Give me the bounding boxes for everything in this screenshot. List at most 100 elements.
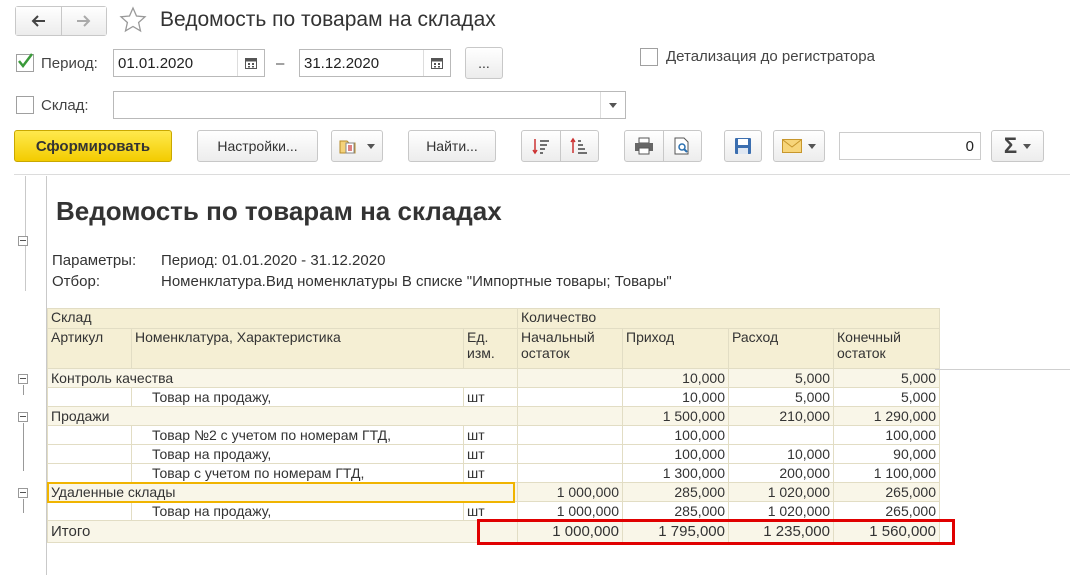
expense-cell[interactable]: 200,000 bbox=[728, 463, 834, 483]
article-cell[interactable] bbox=[47, 501, 132, 521]
unit-cell[interactable]: шт bbox=[463, 463, 518, 483]
period-to-field[interactable]: 31.12.2020 bbox=[299, 49, 451, 77]
totals-red-frame bbox=[477, 519, 955, 545]
find-button[interactable]: Найти... bbox=[408, 130, 496, 162]
income-cell[interactable]: 285,000 bbox=[622, 501, 729, 521]
group-name-cell[interactable]: Продажи bbox=[47, 406, 518, 426]
table-row[interactable]: Товар на продажу, шт 1 000,000 285,000 1 020… bbox=[47, 501, 940, 521]
settings-button[interactable]: Настройки... bbox=[197, 130, 318, 162]
unit-cell[interactable]: шт bbox=[463, 501, 518, 521]
nomenclature-cell[interactable]: Товар на продажу, bbox=[131, 501, 464, 521]
sigma-icon: Σ bbox=[1003, 133, 1018, 158]
favorite-star-icon[interactable] bbox=[118, 5, 148, 38]
selected-cell-highlight bbox=[47, 482, 515, 503]
unit-cell[interactable]: шт bbox=[463, 444, 518, 464]
expense-cell[interactable]: 1 020,000 bbox=[728, 482, 834, 502]
table-row[interactable]: Товар на продажу, шт 10,000 5,000 5,000 bbox=[47, 387, 940, 407]
window-title: Ведомость по товарам на складах bbox=[160, 8, 496, 31]
sum-mode-button[interactable]: Σ bbox=[991, 130, 1044, 162]
start-balance-cell[interactable] bbox=[517, 406, 623, 426]
period-from-field[interactable]: 01.01.2020 bbox=[113, 49, 265, 77]
nomenclature-cell[interactable]: Товар с учетом по номерам ГТД, bbox=[131, 463, 464, 483]
sort-descending-button[interactable] bbox=[521, 130, 561, 162]
end-balance-cell[interactable]: 1 290,000 bbox=[833, 406, 940, 426]
income-cell[interactable]: 285,000 bbox=[622, 482, 729, 502]
detail-label: Детализация до регистратора bbox=[666, 48, 875, 65]
group-row[interactable]: Контроль качества 10,000 5,000 5,000 bbox=[47, 368, 940, 388]
nomenclature-cell[interactable]: Товар на продажу, bbox=[131, 444, 464, 464]
income-cell[interactable]: 1 500,000 bbox=[622, 406, 729, 426]
period-checkbox[interactable] bbox=[16, 53, 34, 72]
collapse-header-toggle[interactable] bbox=[18, 236, 28, 246]
expense-cell[interactable]: 5,000 bbox=[728, 368, 834, 388]
group-name-cell[interactable]: Контроль качества bbox=[47, 368, 518, 388]
header-unit: Ед. изм. bbox=[463, 328, 518, 369]
unit-cell[interactable]: шт bbox=[463, 425, 518, 445]
start-balance-cell[interactable] bbox=[517, 387, 623, 407]
calendar-icon[interactable] bbox=[237, 50, 264, 76]
expense-cell[interactable]: 5,000 bbox=[728, 387, 834, 407]
expense-cell[interactable]: 1 020,000 bbox=[728, 501, 834, 521]
end-balance-cell[interactable]: 90,000 bbox=[833, 444, 940, 464]
warehouse-checkbox[interactable] bbox=[16, 96, 34, 114]
expense-cell[interactable] bbox=[728, 425, 834, 445]
nomenclature-cell[interactable]: Товар на продажу, bbox=[131, 387, 464, 407]
save-button[interactable] bbox=[724, 130, 762, 162]
sum-field[interactable]: 0 bbox=[839, 132, 981, 160]
expense-cell[interactable]: 10,000 bbox=[728, 444, 834, 464]
start-balance-cell[interactable]: 1 000,000 bbox=[517, 482, 623, 502]
income-cell[interactable]: 100,000 bbox=[622, 425, 729, 445]
income-cell[interactable]: 100,000 bbox=[622, 444, 729, 464]
end-balance-cell[interactable]: 5,000 bbox=[833, 368, 940, 388]
preview-button[interactable] bbox=[663, 130, 702, 162]
income-cell[interactable]: 1 300,000 bbox=[622, 463, 729, 483]
collapse-group-toggle[interactable] bbox=[18, 488, 28, 498]
report-title: Ведомость по товарам на складах bbox=[56, 196, 502, 226]
group-row[interactable]: Продажи 1 500,000 210,000 1 290,000 bbox=[47, 406, 940, 426]
end-balance-cell[interactable]: 100,000 bbox=[833, 425, 940, 445]
start-balance-cell[interactable] bbox=[517, 425, 623, 445]
warehouse-field[interactable] bbox=[113, 91, 626, 119]
nomenclature-cell[interactable]: Товар №2 с учетом по номерам ГТД, bbox=[131, 425, 464, 445]
collapse-group-toggle[interactable] bbox=[18, 412, 28, 422]
table-row[interactable]: Товар на продажу, шт 100,000 10,000 90,000 bbox=[47, 444, 940, 464]
income-cell[interactable]: 10,000 bbox=[622, 368, 729, 388]
end-balance-cell[interactable]: 5,000 bbox=[833, 387, 940, 407]
start-balance-cell[interactable] bbox=[517, 368, 623, 388]
article-cell[interactable] bbox=[47, 425, 132, 445]
table-row[interactable]: Товар №2 с учетом по номерам ГТД, шт 100,0… bbox=[47, 425, 940, 445]
article-cell[interactable] bbox=[47, 444, 132, 464]
header-income: Приход bbox=[622, 328, 729, 369]
group-bracket bbox=[23, 499, 24, 513]
print-preview-icon bbox=[674, 137, 689, 155]
dropdown-arrow-icon bbox=[1023, 143, 1032, 149]
forward-button[interactable] bbox=[61, 7, 106, 35]
income-cell[interactable]: 10,000 bbox=[622, 387, 729, 407]
period-select-button[interactable]: ... bbox=[465, 47, 503, 79]
unit-cell[interactable]: шт bbox=[463, 387, 518, 407]
calendar-icon[interactable] bbox=[423, 50, 450, 76]
end-balance-cell[interactable]: 265,000 bbox=[833, 501, 940, 521]
variant-button[interactable] bbox=[331, 130, 383, 162]
sort-ascending-button[interactable] bbox=[560, 130, 599, 162]
table-row[interactable]: Товар с учетом по номерам ГТД, шт 1 300,00… bbox=[47, 463, 940, 483]
header-article: Артикул bbox=[47, 328, 132, 369]
start-balance-cell[interactable] bbox=[517, 444, 623, 464]
collapse-group-toggle[interactable] bbox=[18, 374, 28, 384]
dropdown-arrow-icon[interactable] bbox=[600, 92, 625, 118]
generate-button[interactable]: Сформировать bbox=[14, 130, 172, 162]
article-cell[interactable] bbox=[47, 463, 132, 483]
start-balance-cell[interactable] bbox=[517, 463, 623, 483]
send-email-button[interactable] bbox=[773, 130, 825, 162]
total-label: Итого bbox=[47, 520, 518, 543]
end-balance-cell[interactable]: 1 100,000 bbox=[833, 463, 940, 483]
back-button[interactable] bbox=[16, 7, 62, 35]
print-button[interactable] bbox=[624, 130, 664, 162]
end-balance-cell[interactable]: 265,000 bbox=[833, 482, 940, 502]
checkmark-icon bbox=[18, 53, 33, 69]
article-cell[interactable] bbox=[47, 387, 132, 407]
expense-cell[interactable]: 210,000 bbox=[728, 406, 834, 426]
params-label: Параметры: bbox=[52, 252, 137, 269]
start-balance-cell[interactable]: 1 000,000 bbox=[517, 501, 623, 521]
detail-checkbox[interactable] bbox=[640, 48, 658, 66]
